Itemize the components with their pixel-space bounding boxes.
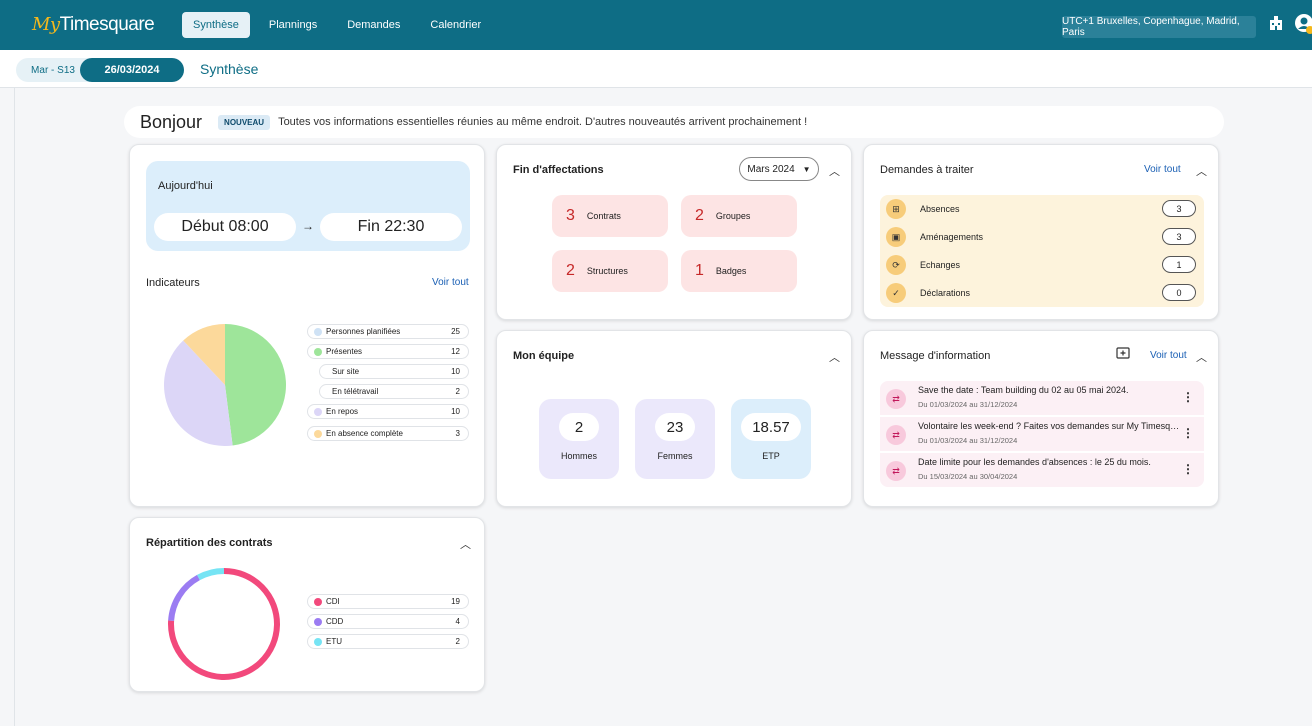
team-card: Mon équipe ︿ 2 Hommes 23 Femmes 18.57 ETP <box>496 330 852 507</box>
today-card: Aujourd'hui Début 08:00 → Fin 22:30 Indi… <box>129 144 485 507</box>
legend-item: Personnes planifiées 25 <box>307 324 469 339</box>
team-title: Mon équipe <box>513 350 575 362</box>
user-icon[interactable] <box>1294 13 1312 38</box>
pie-slice-cdd <box>168 574 201 621</box>
legend-dot <box>314 347 322 356</box>
legend-dot <box>314 637 322 646</box>
legend-dot <box>314 617 322 626</box>
tile-badges[interactable]: 1 Badges <box>681 250 797 292</box>
today-panel: Aujourd'hui Début 08:00 → Fin 22:30 <box>146 161 470 251</box>
legend-item: Présentes 12 <box>307 344 469 359</box>
schedule-icon: ▣ <box>886 227 906 247</box>
nav-item-plannings[interactable]: Plannings <box>258 12 328 38</box>
contracts-card: Répartition des contrats ︿ CDI 19 CDD 4 ET… <box>129 517 485 692</box>
chevron-up-icon[interactable]: ︿ <box>829 349 840 365</box>
chevron-up-icon[interactable]: ︿ <box>1196 349 1207 365</box>
legend-dot <box>314 429 322 438</box>
request-row-echanges[interactable]: ⟳ Echanges 1 <box>880 251 1204 279</box>
team-men: 2 Hommes <box>539 399 619 479</box>
request-row-absences[interactable]: ⊞ Absences 3 <box>880 195 1204 223</box>
welcome-text: Toutes vos informations essentielles réu… <box>278 116 808 128</box>
more-vert-icon[interactable]: ⋮ <box>1182 390 1194 404</box>
indicators-see-all-link[interactable]: Voir tout <box>432 277 469 288</box>
pie-slice-pr-sentes <box>225 324 286 446</box>
chevron-up-icon[interactable]: ︿ <box>1196 163 1207 179</box>
team-women: 23 Femmes <box>635 399 715 479</box>
message-item[interactable]: ⇄ Volontaire les week-end ? Faites vos de… <box>880 417 1204 451</box>
message-item[interactable]: ⇄ Save the date : Team building du 02 au … <box>880 381 1204 415</box>
week-label[interactable]: Mar - S13 <box>16 58 90 82</box>
requests-card: Demandes à traiter Voir tout ︿ ⊞ Absences… <box>863 144 1219 320</box>
indicators-pie-chart <box>164 324 286 446</box>
requests-title: Demandes à traiter <box>880 164 974 176</box>
message-item[interactable]: ⇄ Date limite pour les demandes d'absence… <box>880 453 1204 487</box>
message-icon: ⇄ <box>886 389 906 409</box>
legend-item: En repos 10 <box>307 404 469 419</box>
pie-slice-etu <box>197 568 225 581</box>
building-icon[interactable] <box>1268 15 1284 34</box>
request-row-declarations[interactable]: ✓ Déclarations 0 <box>880 279 1204 307</box>
end-time: Fin 22:30 <box>320 213 462 241</box>
legend-dot <box>314 597 322 606</box>
chevron-up-icon[interactable]: ︿ <box>829 163 840 179</box>
more-vert-icon[interactable]: ⋮ <box>1182 426 1194 440</box>
affectations-title: Fin d'affectations <box>513 164 604 176</box>
start-time: Début 08:00 <box>154 213 296 241</box>
today-title: Aujourd'hui <box>158 180 213 192</box>
nav-item-calendrier[interactable]: Calendrier <box>419 12 492 38</box>
message-icon: ⇄ <box>886 425 906 445</box>
left-divider <box>14 88 15 726</box>
nav-item-demandes[interactable]: Demandes <box>336 12 411 38</box>
arrow-icon: → <box>302 219 314 233</box>
swap-icon: ⟳ <box>886 255 906 275</box>
app-logo[interactable]: MyTimesquare <box>32 14 182 36</box>
legend-dot <box>314 327 322 336</box>
affectations-card: Fin d'affectations Mars 2024 ▼ ︿ 3 Contrat… <box>496 144 852 320</box>
request-row-amenagements[interactable]: ▣ Aménagements 3 <box>880 223 1204 251</box>
month-dropdown[interactable]: Mars 2024 ▼ <box>739 157 819 181</box>
legend-item: En absence complète 3 <box>307 426 469 441</box>
contracts-title: Répartition des contrats <box>146 537 273 549</box>
legend-item: CDI 19 <box>307 594 469 609</box>
tile-structures[interactable]: 2 Structures <box>552 250 668 292</box>
legend-item: Sur site 10 <box>319 364 469 379</box>
message-icon: ⇄ <box>886 461 906 481</box>
indicators-title: Indicateurs <box>146 277 200 289</box>
contracts-donut-chart <box>168 568 280 680</box>
welcome-title: Bonjour <box>140 111 203 132</box>
caret-down-icon: ▼ <box>802 164 811 174</box>
check-icon: ✓ <box>886 283 906 303</box>
sub-bar: Mar - S13 26/03/2024 Synthèse <box>0 50 1312 88</box>
chevron-up-icon[interactable]: ︿ <box>460 536 471 552</box>
legend-item: CDD 4 <box>307 614 469 629</box>
tile-contrats[interactable]: 3 Contrats <box>552 195 668 237</box>
more-vert-icon[interactable]: ⋮ <box>1182 462 1194 476</box>
requests-see-all-link[interactable]: Voir tout <box>1144 164 1181 175</box>
add-message-icon[interactable] <box>1116 347 1130 364</box>
breadcrumb: Synthèse <box>200 61 259 77</box>
legend-dot <box>314 407 322 416</box>
calendar-icon: ⊞ <box>886 199 906 219</box>
new-badge: NOUVEAU <box>218 114 271 130</box>
messages-title: Message d'information <box>880 350 991 362</box>
tile-groupes[interactable]: 2 Groupes <box>681 195 797 237</box>
messages-see-all-link[interactable]: Voir tout <box>1150 350 1187 361</box>
welcome-banner: Bonjour NOUVEAU Toutes vos informations … <box>124 106 1224 138</box>
team-etp: 18.57 ETP <box>731 399 811 479</box>
legend-item: ETU 2 <box>307 634 469 649</box>
legend-item: En télétravail 2 <box>319 384 469 399</box>
nav-item-synthese[interactable]: Synthèse <box>182 12 250 38</box>
timezone-selector[interactable]: UTC+1 Bruxelles, Copenhague, Madrid, Par… <box>1062 16 1256 38</box>
main-nav: Synthèse Plannings Demandes Calendrier <box>182 12 492 38</box>
messages-card: Message d'information Voir tout ︿ ⇄ Save … <box>863 330 1219 507</box>
date-selector[interactable]: 26/03/2024 <box>80 58 184 82</box>
